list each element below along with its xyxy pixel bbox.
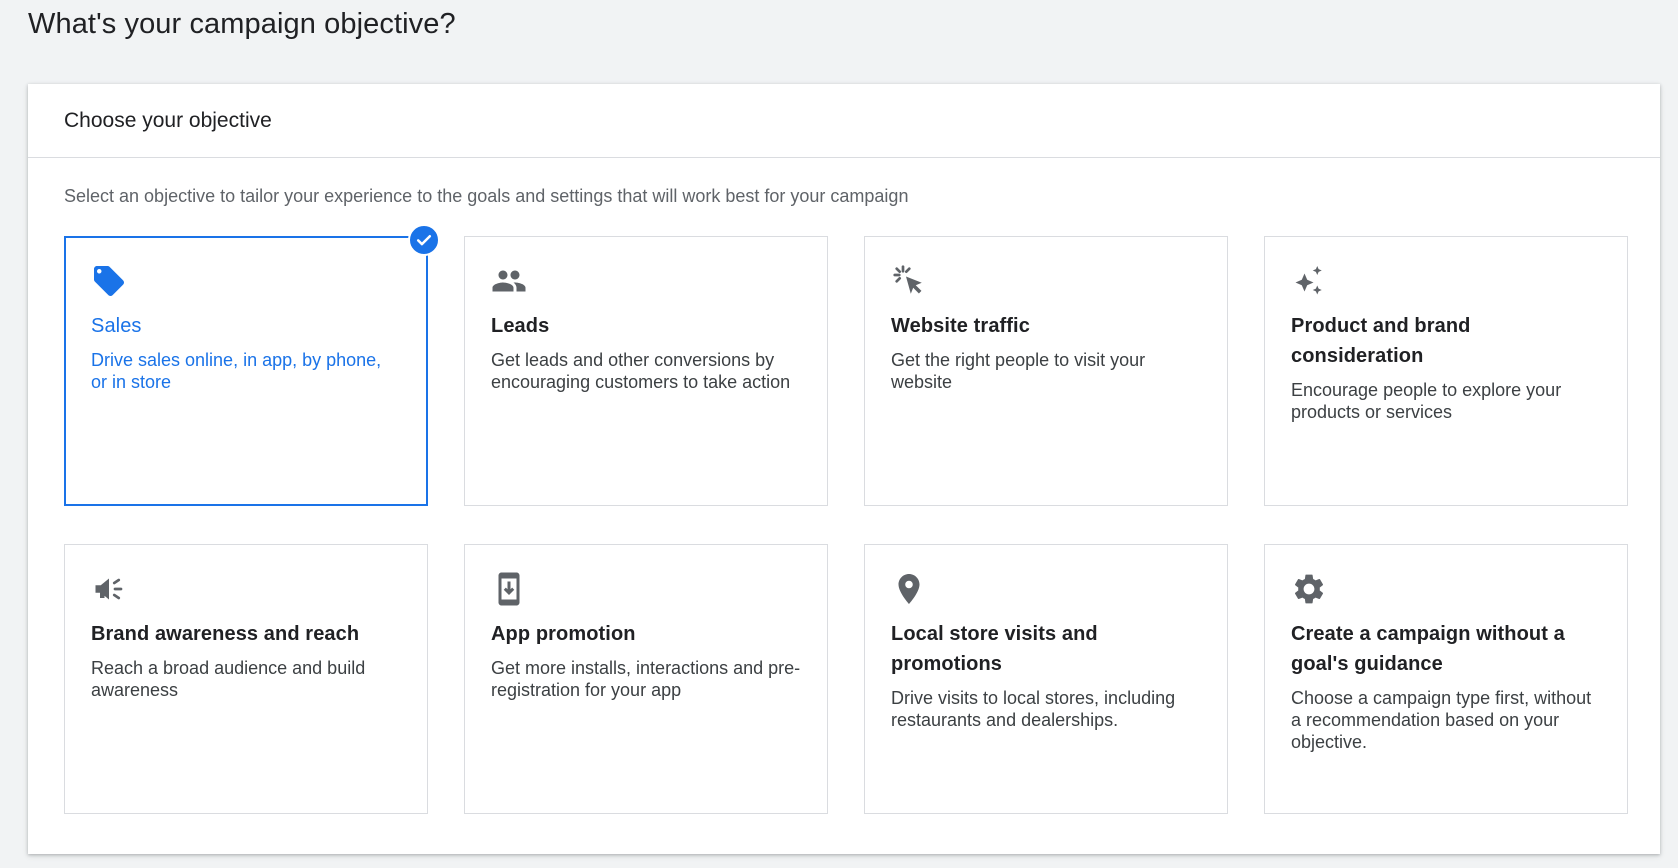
- sparkle-icon: [1291, 263, 1327, 299]
- objective-card-website-traffic[interactable]: Website traffic Get the right people to …: [864, 236, 1228, 506]
- objective-card-local-store[interactable]: Local store visits and promotions Drive …: [864, 544, 1228, 814]
- objective-title: Leads: [491, 315, 550, 337]
- panel-header: Choose your objective: [28, 84, 1660, 158]
- objective-description: Encourage people to explore your product…: [1291, 380, 1562, 422]
- panel-subtitle: Select an objective to tailor your exper…: [64, 186, 909, 206]
- objective-title: Website traffic: [891, 315, 1030, 337]
- objective-card-product-brand-consideration[interactable]: Product and brand consideration Encourag…: [1264, 236, 1628, 506]
- objective-card-leads[interactable]: Leads Get leads and other conversions by…: [464, 236, 828, 506]
- objective-title: Sales: [91, 315, 142, 337]
- objective-description: Get more installs, interactions and pre-…: [491, 658, 801, 700]
- tag-icon: [91, 263, 127, 299]
- objective-grid: Sales Drive sales online, in app, by pho…: [64, 224, 1628, 814]
- objective-description: Drive visits to local stores, including …: [891, 688, 1176, 730]
- objective-description: Drive sales online, in app, by phone, or…: [91, 350, 382, 392]
- gear-icon: [1291, 571, 1327, 607]
- objective-title: Local store visits and promotions: [891, 623, 1098, 675]
- objective-description: Choose a campaign type first, without a …: [1291, 688, 1592, 752]
- page-title: What's your campaign objective?: [28, 8, 456, 40]
- objective-title: Create a campaign without a goal's guida…: [1291, 623, 1565, 675]
- objective-card-sales[interactable]: Sales Drive sales online, in app, by pho…: [64, 224, 440, 506]
- objective-description: Reach a broad audience and build awarene…: [91, 658, 366, 700]
- objective-panel: Choose your objective Select an objectiv…: [28, 84, 1660, 854]
- objective-description: Get leads and other conversions by encou…: [491, 350, 791, 392]
- cursor-click-icon: [891, 263, 927, 299]
- objective-description: Get the right people to visit your websi…: [891, 350, 1146, 392]
- megaphone-icon: [91, 571, 127, 607]
- phone-download-icon: [491, 571, 527, 607]
- objective-title: Product and brand consideration: [1291, 315, 1471, 367]
- check-circle-icon: [408, 224, 440, 256]
- objective-card-app-promotion[interactable]: App promotion Get more installs, interac…: [464, 544, 828, 814]
- objective-title: Brand awareness and reach: [91, 623, 360, 645]
- objective-title: App promotion: [491, 623, 636, 645]
- objective-card-brand-awareness[interactable]: Brand awareness and reach Reach a broad …: [64, 544, 428, 814]
- objective-card-no-goal[interactable]: Create a campaign without a goal's guida…: [1264, 544, 1628, 814]
- people-icon: [491, 263, 527, 299]
- location-pin-icon: [891, 571, 927, 607]
